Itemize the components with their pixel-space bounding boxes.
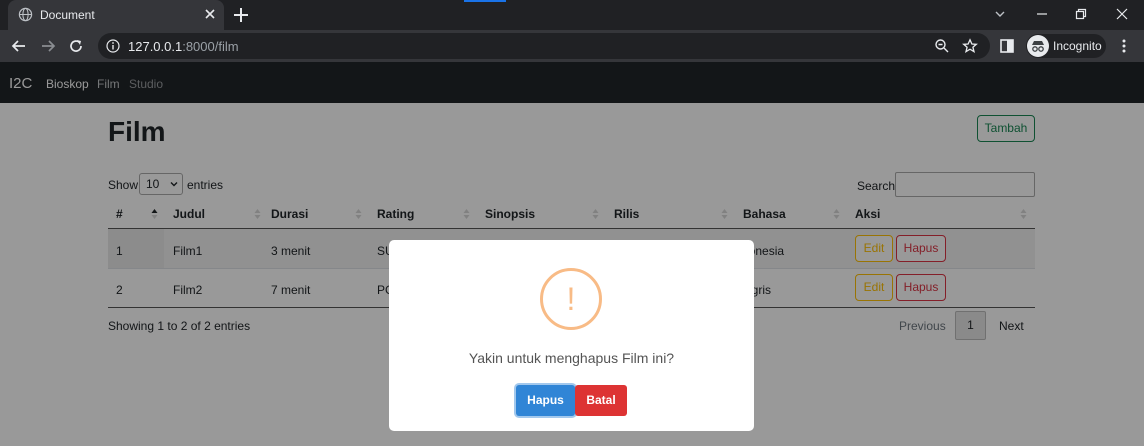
incognito-badge[interactable]: Incognito [1026,34,1106,58]
globe-icon [18,7,33,22]
warning-icon: ! [540,268,602,330]
url-text: 127.0.0.1:8000/film [128,39,239,54]
plus-icon[interactable] [232,6,250,24]
restore-icon[interactable] [1073,6,1089,22]
more-icon[interactable] [1116,38,1132,54]
star-icon[interactable] [962,38,978,54]
zoom-icon[interactable] [934,38,950,54]
confirm-delete-button[interactable]: Hapus [516,385,575,416]
back-icon[interactable] [11,38,27,54]
minimize-icon[interactable] [1034,6,1050,22]
tab-title: Document [40,8,95,22]
cancel-button[interactable]: Batal [575,385,627,416]
incognito-icon [1027,35,1049,57]
incognito-label: Incognito [1053,39,1102,53]
forward-icon[interactable] [40,38,56,54]
tab-accent-line [464,0,506,2]
browser-tab[interactable]: Document [8,0,224,30]
close-icon[interactable] [202,6,218,22]
browser-toolbar: 127.0.0.1:8000/film Incognito [0,30,1144,62]
address-bar[interactable]: 127.0.0.1:8000/film [98,33,990,59]
side-panel-icon[interactable] [999,38,1015,54]
url-host: 127.0.0.1 [128,39,183,54]
url-path: :8000/film [182,39,239,54]
browser-tabstrip: Document [0,0,1144,30]
confirm-dialog: ! Yakin untuk menghapus Film ini? Hapus … [389,240,754,431]
chevron-down-icon[interactable] [992,6,1008,22]
dialog-message: Yakin untuk menghapus Film ini? [468,350,675,366]
window-close-icon[interactable] [1114,6,1130,22]
info-icon[interactable] [106,39,120,53]
reload-icon[interactable] [68,38,84,54]
warning-mark: ! [566,281,576,317]
